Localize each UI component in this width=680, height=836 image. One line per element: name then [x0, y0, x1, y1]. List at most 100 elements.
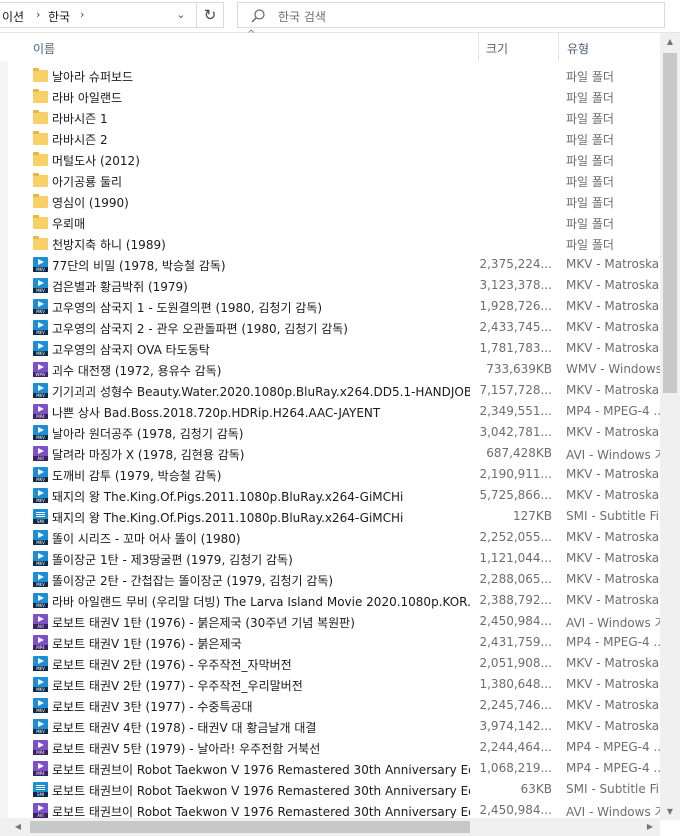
folder-icon	[33, 68, 48, 83]
file-type: MKV - Matroska ...	[566, 530, 660, 544]
column-divider[interactable]	[558, 33, 559, 61]
chevron-down-icon[interactable]: ⌄	[172, 6, 190, 24]
file-row[interactable]: MKV 로보트 태권V 4탄 (1978) - 태권V 대 황금날개 대결 3,97…	[0, 716, 660, 737]
file-row[interactable]: 라바 아일랜드 파일 폴더	[0, 86, 660, 107]
file-size: 2,245,746...	[479, 698, 552, 712]
file-name: 똘이 시리즈 - 꼬마 어사 똘이 (1980)	[52, 532, 241, 546]
video-file-icon: MKV	[33, 341, 48, 356]
video-file-icon: MKV	[33, 299, 48, 314]
file-size: 1,121,044...	[479, 551, 552, 565]
file-row[interactable]: MP4 나쁜 상사 Bad.Boss.2018.720p.HDRip.H264.A…	[0, 401, 660, 422]
search-box[interactable]: 한국 검색	[237, 2, 665, 28]
file-row[interactable]: 라바시즌 2 파일 폴더	[0, 128, 660, 149]
video-file-icon: MKV	[33, 677, 48, 692]
file-row[interactable]: MKV 77단의 비밀 (1978, 박승철 감독) 2,375,224... MKV…	[0, 254, 660, 275]
file-row[interactable]: AVI 달려라 마징가 X (1978, 김현용 감독) 687,428KB AVI …	[0, 443, 660, 464]
scroll-left-icon[interactable]: ◀	[10, 818, 26, 836]
address-bar[interactable]: 이션 › 한국 › ⌄ ↻	[0, 2, 224, 28]
file-type-label: MKV	[33, 435, 48, 440]
file-name: 천방지축 하니 (1989)	[52, 238, 166, 252]
file-row[interactable]: MKV 로보트 태권V 3탄 (1977) - 수중특공대 2,245,746...…	[0, 695, 660, 716]
file-row[interactable]: MKV 도깨비 감투 (1979, 박승철 감독) 2,190,911... MKV …	[0, 464, 660, 485]
file-row[interactable]: AVI 로보트 태권브이 Robot Taekwon V 1976 Remaste…	[0, 800, 660, 820]
file-row[interactable]: 날아라 슈퍼보드 파일 폴더	[0, 65, 660, 86]
file-type: 파일 폴더	[566, 217, 614, 231]
scroll-up-icon[interactable]: ▲	[660, 33, 680, 50]
file-row[interactable]: 영심이 (1990) 파일 폴더	[0, 191, 660, 212]
file-type-label: MKV	[33, 540, 48, 545]
file-row[interactable]: MP4 로보트 태권V 5탄 (1979) - 날아라! 우주전함 거북선 2,24…	[0, 737, 660, 758]
file-name: 로보트 태권V 3탄 (1977) - 수중특공대	[52, 700, 253, 714]
file-row[interactable]: MKV 고우영의 삼국지 OVA 타도동탁 1,781,783... MKV - Ma…	[0, 338, 660, 359]
file-row[interactable]: AVI 로보트 태권V 1탄 (1976) - 붉은제국 (30주년 기념 복원판…	[0, 611, 660, 632]
folder-icon	[33, 173, 48, 188]
file-type-label: MP4	[33, 771, 48, 776]
file-type-label: MKV	[33, 477, 48, 482]
file-type-label: MKV	[33, 309, 48, 314]
file-row[interactable]: WMV 괴수 대전쟁 (1972, 용유수 감독) 733,639KB WMV - W…	[0, 359, 660, 380]
vertical-scrollbar[interactable]: ▲ ▼	[660, 33, 680, 820]
file-row[interactable]: MKV 고우영의 삼국지 2 - 관우 오관돌파편 (1980, 김청기 감독) 2…	[0, 317, 660, 338]
file-row[interactable]: MP4 로보트 태권브이 Robot Taekwon V 1976 Remaste…	[0, 758, 660, 779]
file-type: MKV - Matroska ...	[566, 488, 660, 502]
file-row[interactable]: MKV 로보트 태권V 2탄 (1976) - 우주작전_자막버전 2,051,90…	[0, 653, 660, 674]
file-row[interactable]: MKV 검은별과 황금박쥐 (1979) 3,123,378... MKV - Mat…	[0, 275, 660, 296]
column-divider[interactable]	[478, 33, 479, 61]
file-row[interactable]: MKV 돼지의 왕 The.King.Of.Pigs.2011.1080p.Blu…	[0, 485, 660, 506]
file-row[interactable]: MKV 라바 아일랜드 무비 (우리말 더빙) The Larva Island …	[0, 590, 660, 611]
file-size: 5,725,866...	[479, 488, 552, 502]
file-row[interactable]: 라바시즌 1 파일 폴더	[0, 107, 660, 128]
video-file-icon: MKV	[33, 551, 48, 566]
file-row[interactable]: 천방지축 하니 (1989) 파일 폴더	[0, 233, 660, 254]
file-size: 1,380,648...	[479, 677, 552, 691]
search-placeholder[interactable]: 한국 검색	[278, 8, 326, 25]
file-type: MKV - Matroska ...	[566, 320, 660, 334]
folder-icon	[33, 194, 48, 209]
file-name: 돼지의 왕 The.King.Of.Pigs.2011.1080p.BluRay…	[52, 490, 404, 504]
file-type: MKV - Matroska ...	[566, 341, 660, 355]
column-header-name[interactable]: 이름	[33, 40, 55, 57]
video-file-icon: MKV	[33, 257, 48, 272]
file-row[interactable]: MKV 날아라 원더공주 (1978, 김청기 감독) 3,042,781... MK…	[0, 422, 660, 443]
file-type: MKV - Matroska ...	[566, 572, 660, 586]
scroll-right-icon[interactable]: ▶	[642, 818, 658, 836]
horizontal-scrollbar[interactable]: ◀ ▶	[0, 818, 660, 836]
file-row[interactable]: 우뢰매 파일 폴더	[0, 212, 660, 233]
file-row[interactable]: MKV 로보트 태권V 2탄 (1977) - 우주작전_우리말버전 1,380,6…	[0, 674, 660, 695]
file-row[interactable]: MP4 로보트 태권V 1탄 (1976) - 붉은제국 2,431,759... M…	[0, 632, 660, 653]
column-header-type[interactable]: 유형	[567, 40, 589, 57]
breadcrumb-chevron-icon[interactable]: ›	[80, 8, 84, 21]
refresh-button[interactable]: ↻	[196, 3, 223, 27]
scroll-thumb[interactable]	[663, 53, 677, 393]
file-size: 3,123,378...	[479, 278, 552, 292]
file-type: 파일 폴더	[566, 196, 614, 210]
file-row[interactable]: MKV 기기괴괴 성형수 Beauty.Water.2020.1080p.BluR…	[0, 380, 660, 401]
file-row[interactable]: 아기공룡 둘리 파일 폴더	[0, 170, 660, 191]
file-type: WMV - Windows ...	[566, 362, 660, 376]
file-row[interactable]: SMI 돼지의 왕 The.King.Of.Pigs.2011.1080p.Blu…	[0, 506, 660, 527]
file-row[interactable]: MKV 고우영의 삼국지 1 - 도원결의편 (1980, 김청기 감독) 1,92…	[0, 296, 660, 317]
scroll-down-icon[interactable]: ▼	[660, 803, 680, 820]
file-size: 2,190,911...	[479, 467, 552, 481]
file-name: 라바시즌 2	[52, 133, 108, 147]
file-type-label: WMV	[33, 372, 48, 377]
file-type: MKV - Matroska ...	[566, 551, 660, 565]
video-file-icon: MP4	[33, 635, 48, 650]
breadcrumb-separator-icon[interactable]: ›	[36, 8, 40, 21]
file-row[interactable]: MKV 똘이장군 1탄 - 제3땅굴편 (1979, 김청기 감독) 1,121,0…	[0, 548, 660, 569]
sort-ascending-icon: ^	[247, 29, 256, 40]
file-size: 687,428KB	[486, 446, 552, 460]
file-name: 도깨비 감투 (1979, 박승철 감독)	[52, 469, 222, 483]
video-file-icon: MKV	[33, 719, 48, 734]
file-type: MKV - Matroska ...	[566, 278, 660, 292]
breadcrumb-current[interactable]: 한국	[48, 8, 70, 25]
file-row[interactable]: MKV 똘이 시리즈 - 꼬마 어사 똘이 (1980) 2,252,055... M…	[0, 527, 660, 548]
file-row[interactable]: MKV 똘이장군 2탄 - 간첩잡는 똘이장군 (1979, 김청기 감독) 2,2…	[0, 569, 660, 590]
file-type: AVI - Windows 기...	[566, 448, 660, 462]
video-file-icon: MKV	[33, 425, 48, 440]
breadcrumb-parent[interactable]: 이션	[2, 8, 24, 25]
file-row[interactable]: SMI 로보트 태권브이 Robot Taekwon V 1976 Remaste…	[0, 779, 660, 800]
column-header-size[interactable]: 크기	[486, 40, 508, 57]
file-row[interactable]: 머털도사 (2012) 파일 폴더	[0, 149, 660, 170]
horizontal-scroll-thumb[interactable]	[30, 821, 470, 833]
